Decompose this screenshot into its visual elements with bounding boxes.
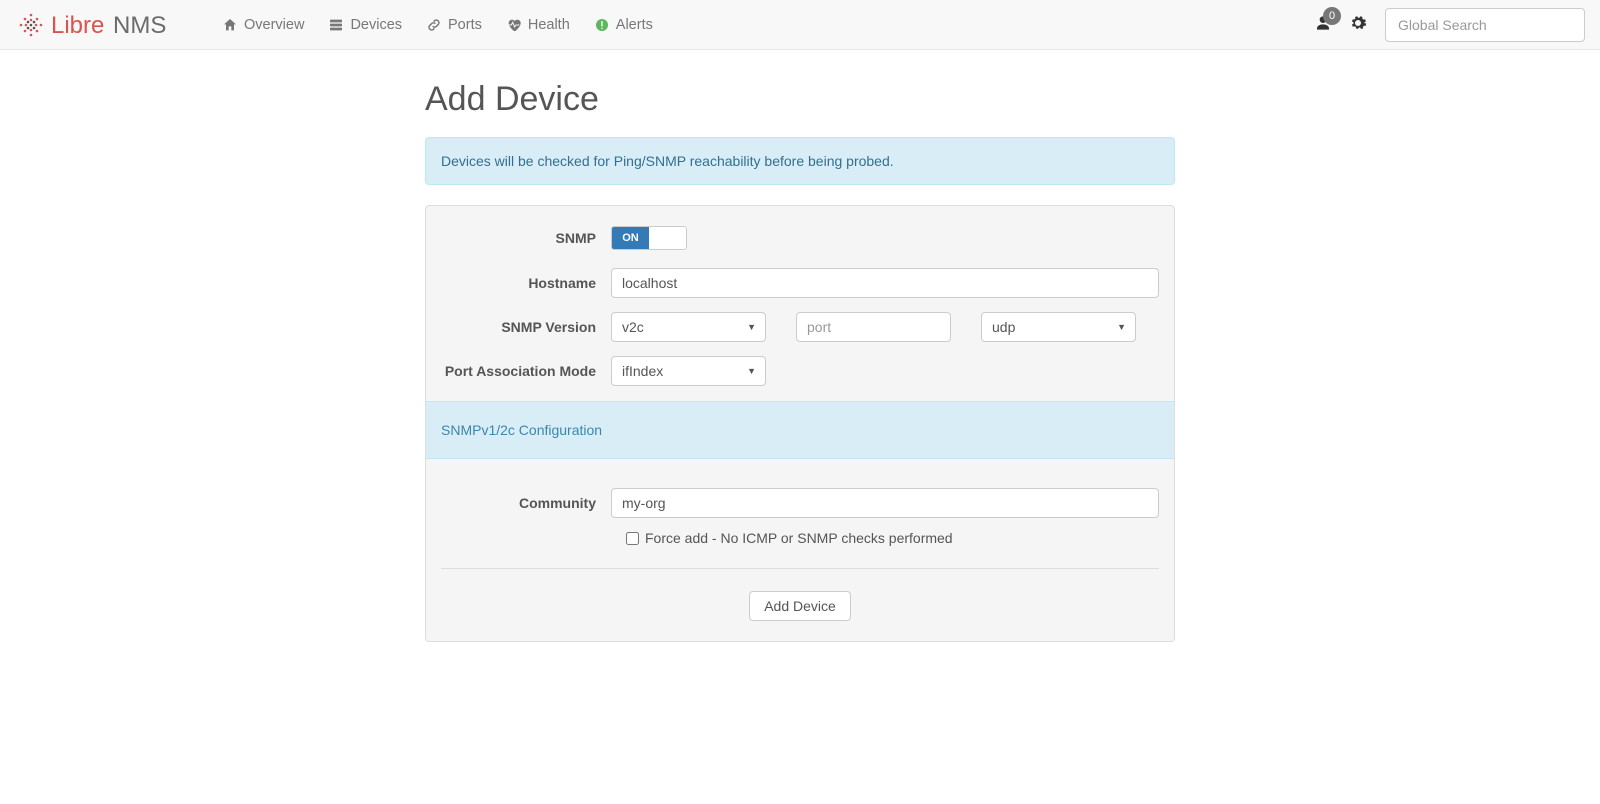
brand-logo[interactable]: Libre NMS (15, 9, 210, 41)
info-alert: Devices will be checked for Ping/SNMP re… (425, 137, 1175, 185)
main-container: Add Device Devices will be checked for P… (425, 80, 1175, 642)
nav-health[interactable]: Health (494, 2, 582, 48)
nav-label: Alerts (616, 17, 653, 33)
snmp-version-label: SNMP Version (441, 319, 611, 335)
force-add-label: Force add - No ICMP or SNMP checks perfo… (645, 530, 953, 546)
nav-label: Overview (244, 17, 304, 33)
nav-label: Ports (448, 17, 482, 33)
nav-overview[interactable]: Overview (210, 2, 316, 48)
snmp-port-input[interactable] (796, 312, 951, 342)
pam-select[interactable]: ifIndex (611, 356, 766, 386)
server-icon (328, 17, 344, 33)
nav-ports[interactable]: Ports (414, 2, 494, 48)
hostname-label: Hostname (441, 275, 611, 291)
add-device-button[interactable]: Add Device (749, 591, 851, 621)
community-input[interactable] (611, 488, 1159, 518)
svg-text:NMS: NMS (113, 12, 166, 39)
global-search-input[interactable] (1385, 8, 1585, 42)
notif-badge: 0 (1323, 7, 1341, 25)
snmp-version-select[interactable]: v2c (611, 312, 766, 342)
add-device-form: SNMP ON Hostname SNMP Version v2c (425, 205, 1175, 642)
hostname-input[interactable] (611, 268, 1159, 298)
notifications-button[interactable]: 0 (1315, 15, 1331, 34)
nav-label: Health (528, 17, 570, 33)
alert-icon (594, 17, 610, 33)
snmp-label: SNMP (441, 230, 611, 246)
gear-icon (1349, 14, 1367, 32)
transport-select[interactable]: udp (981, 312, 1136, 342)
link-icon (426, 17, 442, 33)
nav-label: Devices (350, 17, 402, 33)
nav-devices[interactable]: Devices (316, 2, 414, 48)
home-icon (222, 17, 238, 33)
pam-label: Port Association Mode (441, 363, 611, 379)
toggle-on-label: ON (612, 227, 649, 249)
force-add-checkbox[interactable] (626, 532, 639, 545)
heartbeat-icon (506, 17, 522, 33)
page-title: Add Device (425, 80, 1175, 119)
section-heading: SNMPv1/2c Configuration (426, 401, 1174, 459)
divider (441, 568, 1159, 569)
settings-button[interactable] (1343, 8, 1373, 41)
nav-alerts[interactable]: Alerts (582, 2, 665, 48)
svg-text:Libre: Libre (51, 12, 104, 39)
navbar: Libre NMS Overview Devices Ports Health … (0, 0, 1600, 50)
community-label: Community (441, 495, 611, 511)
snmp-toggle[interactable]: ON (611, 226, 687, 250)
